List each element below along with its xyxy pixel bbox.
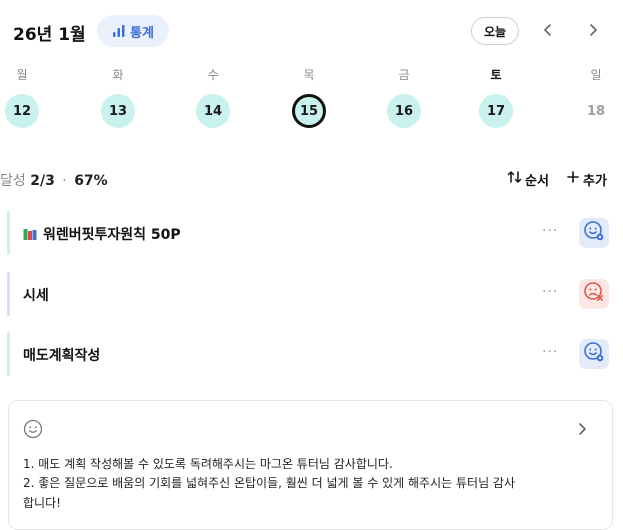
day-friday[interactable]: 금 16 [384,62,424,128]
weekday-label: 월 [16,68,28,82]
sad-x-icon [583,281,605,307]
bar-chart-icon [112,24,126,38]
prev-week-button[interactable] [536,19,560,43]
task-status-done[interactable] [579,218,609,248]
task-more-button[interactable]: ··· [542,223,558,239]
day-thursday[interactable]: 목 15 [289,62,329,128]
date-circle-empty[interactable]: 18 [579,94,613,128]
stats-label: 통계 [130,25,154,41]
weekday-label: 금 [398,68,410,82]
weekday-label: 수 [207,68,219,82]
day-monday[interactable]: 월 12 [2,62,42,128]
memo-text-line: 2. 좋은 질문으로 배움의 기회를 넓혀주신 온탑이들, 훨씬 더 넓게 볼 … [23,476,516,490]
sort-arrows-icon [507,170,523,188]
memo-text-line: 1. 매도 계획 작성해볼 수 있도록 독려해주시는 마그온 튜터님 감사합니다… [23,457,393,471]
weekday-label-today: 토 [490,68,502,82]
task-more-button[interactable]: ··· [542,344,558,360]
date-circle[interactable]: 16 [387,94,421,128]
month-title[interactable]: 26년 1월 [13,20,86,45]
weekday-label: 목 [303,68,315,82]
next-week-button[interactable] [581,19,605,43]
date-circle[interactable]: 13 [101,94,135,128]
task-item[interactable]: 워렌버핏투자원칙 50P ··· [7,211,613,255]
books-icon [23,227,37,241]
date-circle[interactable]: 14 [196,94,230,128]
memo-text-line: 합니다! [23,496,61,510]
day-sunday[interactable]: 일 18 [576,62,616,128]
achievement-summary: 달성 2/3 · 67% [0,170,108,190]
achievement-percent: 67% [74,173,108,189]
day-saturday[interactable]: 토 17 [476,62,516,128]
task-title: 시세 [23,288,49,304]
add-task-label: 추가 [583,173,607,189]
smile-check-icon [583,341,605,367]
weekday-label: 화 [112,68,124,82]
chevron-right-icon[interactable] [577,421,587,440]
task-title-row: 워렌버핏투자원칙 50P [23,224,181,244]
calendar-header: 26년 1월 통계 오늘 [0,0,623,60]
chevron-right-icon [588,22,598,41]
achievement-fraction: 2/3 [30,173,55,189]
smile-check-icon [583,220,605,246]
separator-dot: · [62,173,67,189]
task-color-bar [7,211,10,255]
sort-order-label: 순서 [525,173,549,189]
weekday-label: 일 [590,68,602,82]
task-title-row: 매도계획작성 [23,345,100,365]
date-circle-selected[interactable]: 15 [292,94,326,128]
week-strip: 월 12 화 13 수 14 목 15 금 16 토 17 일 18 [0,62,623,132]
task-item[interactable]: 매도계획작성 ··· [7,332,613,376]
summary-row: 달성 2/3 · 67% 순서 추가 [0,168,623,192]
date-circle[interactable]: 17 [479,94,513,128]
add-task-button[interactable]: 추가 [567,168,607,190]
memo-card[interactable]: 1. 매도 계획 작성해볼 수 있도록 독려해주시는 마그온 튜터님 감사합니다… [8,400,613,530]
achievement-label: 달성 [0,173,26,189]
date-circle[interactable]: 12 [5,94,39,128]
task-title-row: 시세 [23,285,49,305]
task-title: 워렌버핏투자원칙 50P [43,227,181,243]
day-tuesday[interactable]: 화 13 [98,62,138,128]
task-item[interactable]: 시세 ··· [7,272,613,316]
task-color-bar [7,332,10,376]
day-wednesday[interactable]: 수 14 [193,62,233,128]
today-button[interactable]: 오늘 [471,17,519,45]
chevron-left-icon [543,22,553,41]
plus-icon [567,171,579,187]
task-more-button[interactable]: ··· [542,284,558,300]
sort-order-button[interactable]: 순서 [507,168,549,190]
task-title: 매도계획작성 [23,348,101,364]
task-status-failed[interactable] [579,279,609,309]
stats-button[interactable]: 통계 [97,15,169,47]
task-status-done[interactable] [579,339,609,369]
task-color-bar [7,272,10,316]
smile-icon [23,419,43,443]
